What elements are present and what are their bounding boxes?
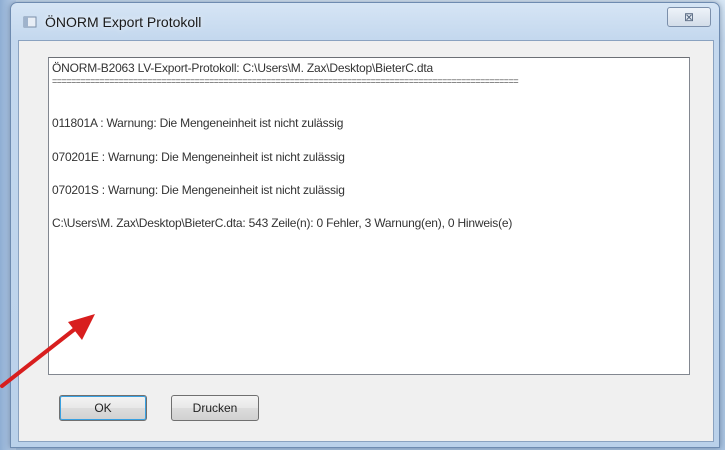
app-icon xyxy=(23,16,37,28)
log-textbox[interactable]: ÖNORM-B2063 LV-Export-Protokoll: C:\User… xyxy=(48,57,690,375)
ok-button[interactable]: OK xyxy=(59,395,147,421)
window-title: ÖNORM Export Protokoll xyxy=(45,14,202,30)
log-warning-line: 070201E : Warnung: Die Mengeneinheit ist… xyxy=(52,150,345,164)
log-summary-line: C:\Users\M. Zax\Desktop\BieterC.dta: 543… xyxy=(52,216,513,230)
log-header-line: ÖNORM-B2063 LV-Export-Protokoll: C:\User… xyxy=(52,61,433,75)
export-log-dialog: ÖNORM Export Protokoll ⊠ ÖNORM-B2063 LV-… xyxy=(10,2,720,448)
close-icon: ⊠ xyxy=(683,10,695,24)
title-bar[interactable]: ÖNORM Export Protokoll ⊠ xyxy=(11,3,719,41)
log-warning-line: 011801A : Warnung: Die Mengeneinheit ist… xyxy=(52,116,344,130)
print-button[interactable]: Drucken xyxy=(171,395,259,421)
dialog-client-area: ÖNORM-B2063 LV-Export-Protokoll: C:\User… xyxy=(18,40,714,442)
close-button[interactable]: ⊠ xyxy=(667,7,711,27)
log-separator: ========================================… xyxy=(52,76,519,86)
log-warning-line: 070201S : Warnung: Die Mengeneinheit ist… xyxy=(52,183,345,197)
